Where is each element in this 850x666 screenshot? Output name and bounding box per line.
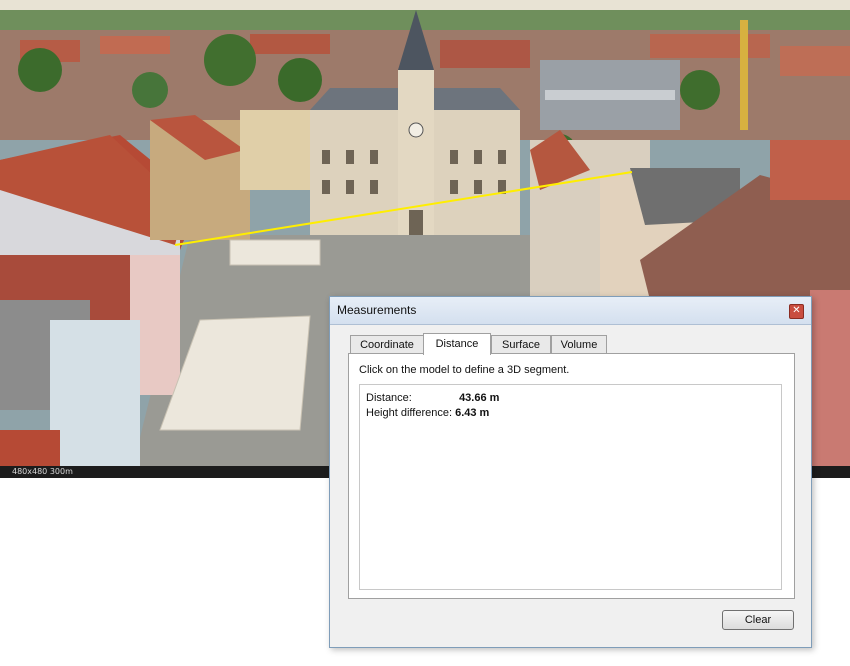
results-box: Distance: 43.66 m Height difference: 6.4…: [359, 384, 782, 590]
measurements-dialog: Measurements ✕ Coordinate Distance Surfa…: [329, 296, 812, 648]
tab-surface[interactable]: Surface: [491, 335, 551, 353]
instruction-text: Click on the model to define a 3D segmen…: [359, 364, 570, 376]
distance-tab-panel: Click on the model to define a 3D segmen…: [348, 353, 795, 599]
distance-value: 43.66 m: [459, 392, 500, 404]
distance-label: Distance:: [366, 392, 412, 404]
tab-coordinate[interactable]: Coordinate: [350, 335, 424, 353]
tab-distance[interactable]: Distance: [423, 333, 491, 355]
clear-button[interactable]: Clear: [722, 610, 794, 630]
height-difference-label: Height difference:: [366, 407, 453, 419]
distance-row: Distance: 43.66 m: [366, 392, 499, 404]
status-text: 480x480 300m: [12, 467, 73, 476]
dialog-titlebar[interactable]: Measurements ✕: [330, 297, 811, 325]
height-difference-row: Height difference: 6.43 m: [366, 407, 489, 419]
height-difference-value: 6.43 m: [455, 407, 490, 419]
close-icon[interactable]: ✕: [789, 304, 804, 319]
tab-volume[interactable]: Volume: [551, 335, 607, 353]
dialog-title: Measurements: [337, 303, 417, 317]
